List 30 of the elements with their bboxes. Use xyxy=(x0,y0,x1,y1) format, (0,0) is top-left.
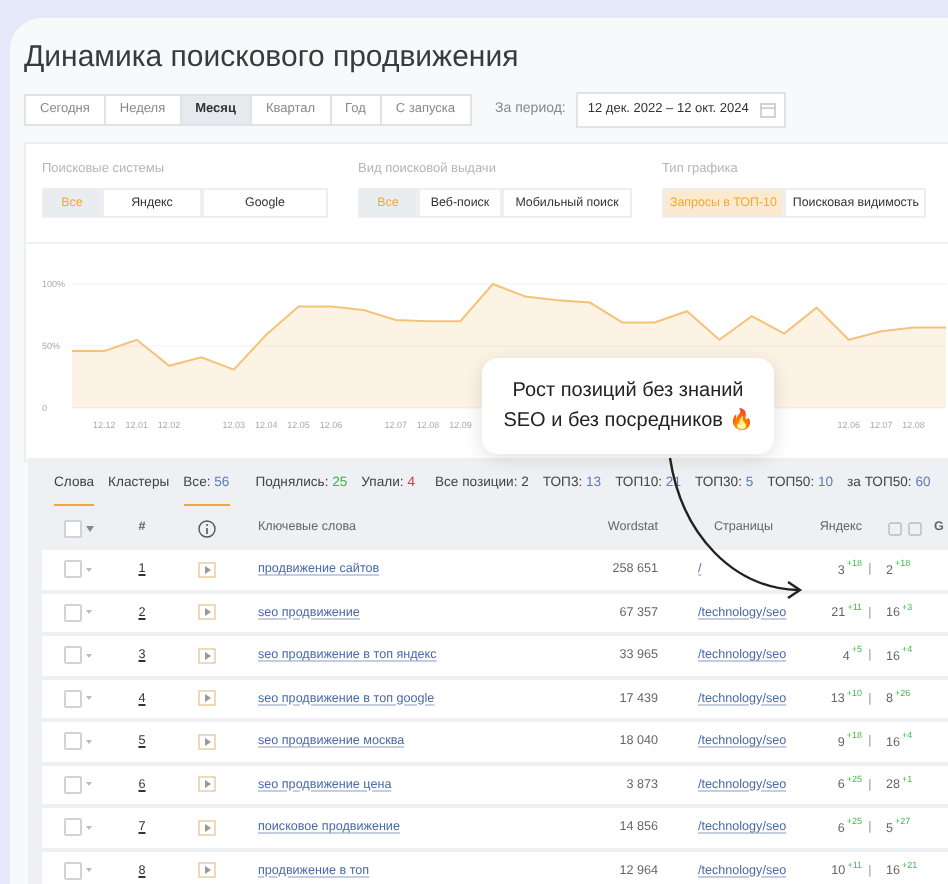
caret-icon[interactable] xyxy=(86,610,92,615)
calendar-icon[interactable] xyxy=(760,102,777,118)
caret-icon[interactable] xyxy=(86,696,92,701)
play-icon[interactable] xyxy=(198,776,216,793)
row-checkbox[interactable] xyxy=(64,775,82,794)
row-checkbox[interactable] xyxy=(64,560,82,579)
caret-icon[interactable] xyxy=(86,868,92,873)
caret-icon[interactable] xyxy=(86,525,94,531)
callout-tooltip: Рост позиций без знаний SEO и без посредников 🔥 xyxy=(482,358,774,454)
play-icon[interactable] xyxy=(198,690,216,707)
caret-icon[interactable] xyxy=(86,739,92,744)
play-icon[interactable] xyxy=(198,604,216,621)
row-checkbox[interactable] xyxy=(64,818,82,837)
play-icon[interactable] xyxy=(198,733,216,750)
row-checkbox[interactable] xyxy=(64,603,82,622)
play-icon[interactable] xyxy=(198,819,216,836)
play-icon[interactable] xyxy=(198,647,216,664)
play-icon[interactable] xyxy=(198,862,216,879)
row-checkbox[interactable] xyxy=(64,689,82,708)
row-checkbox[interactable] xyxy=(64,732,82,751)
select-all-checkbox[interactable] xyxy=(64,519,82,537)
page-title: Динамика поискового продвижения xyxy=(24,40,521,76)
caret-icon[interactable] xyxy=(86,653,92,658)
play-icon[interactable] xyxy=(198,561,216,578)
caret-icon[interactable] xyxy=(86,782,92,787)
caret-icon[interactable] xyxy=(86,567,92,572)
row-checkbox[interactable] xyxy=(64,861,82,880)
info-icon[interactable] xyxy=(198,519,216,537)
caret-icon[interactable] xyxy=(86,825,92,830)
row-checkbox[interactable] xyxy=(64,646,82,665)
